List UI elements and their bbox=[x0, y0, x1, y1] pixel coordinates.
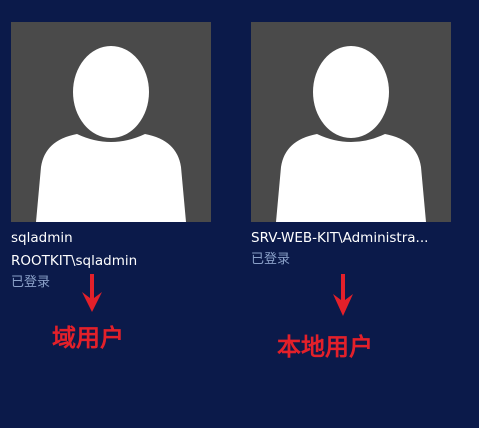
user-tile-administrator[interactable] bbox=[251, 22, 451, 222]
user-tile-sqladmin[interactable] bbox=[11, 22, 211, 222]
login-status: 已登录 bbox=[251, 252, 291, 267]
user-selection-screen: sqladmin ROOTKIT\sqladmin 已登录 SRV-WEB-KI… bbox=[0, 0, 479, 428]
down-arrow-icon bbox=[82, 274, 102, 312]
domain-user-label: 域用户 bbox=[52, 324, 124, 352]
user-silhouette-icon bbox=[276, 46, 426, 222]
down-arrow-icon bbox=[333, 274, 353, 316]
account-domain-name: ROOTKIT\sqladmin bbox=[11, 253, 138, 269]
login-status: 已登录 bbox=[11, 275, 51, 290]
user-silhouette-icon bbox=[36, 46, 186, 222]
account-display-name: SRV-WEB-KIT\Administra... bbox=[251, 230, 429, 246]
account-display-name: sqladmin bbox=[11, 230, 73, 246]
local-user-label: 本地用户 bbox=[277, 333, 373, 361]
